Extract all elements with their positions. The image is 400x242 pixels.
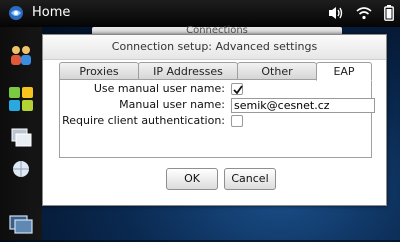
- sidebar: [0, 27, 42, 240]
- require-client-auth-checkbox[interactable]: [231, 115, 243, 127]
- tab-bar: Proxies IP Addresses Other EAP: [59, 62, 372, 81]
- home-logo-icon[interactable]: [8, 5, 24, 21]
- cancel-button[interactable]: Cancel: [224, 168, 276, 190]
- task-switcher-icon[interactable]: [7, 124, 35, 152]
- manual-user-name-input[interactable]: [231, 98, 375, 113]
- checkmark-icon: [233, 85, 243, 95]
- wifi-icon[interactable]: [356, 6, 372, 20]
- tab-ip-addresses[interactable]: IP Addresses: [138, 62, 238, 80]
- volume-icon[interactable]: [328, 6, 344, 20]
- tab-proxies[interactable]: Proxies: [59, 62, 139, 80]
- advanced-settings-dialog: Connection setup: Advanced settings Prox…: [42, 34, 387, 206]
- manual-user-name-label: Manual user name:: [119, 98, 225, 111]
- app-menu-icon[interactable]: [7, 85, 35, 113]
- battery-icon[interactable]: [384, 5, 394, 21]
- use-manual-user-name-checkbox[interactable]: [231, 83, 243, 95]
- tab-eap[interactable]: EAP: [316, 62, 372, 81]
- ok-button[interactable]: OK: [166, 168, 218, 190]
- globe-icon[interactable]: [7, 155, 35, 183]
- dashboard-icon[interactable]: [7, 210, 35, 238]
- contacts-icon[interactable]: [7, 40, 35, 68]
- home-label[interactable]: Home: [32, 5, 70, 20]
- dialog-title: Connection setup: Advanced settings: [43, 35, 386, 60]
- tab-other[interactable]: Other: [237, 62, 317, 80]
- require-client-auth-label: Require client authentication:: [62, 114, 225, 127]
- status-bar: Home: [0, 0, 400, 27]
- eap-panel: Use manual user name: Manual user name: …: [59, 79, 375, 158]
- use-manual-user-name-label: Use manual user name:: [93, 82, 225, 95]
